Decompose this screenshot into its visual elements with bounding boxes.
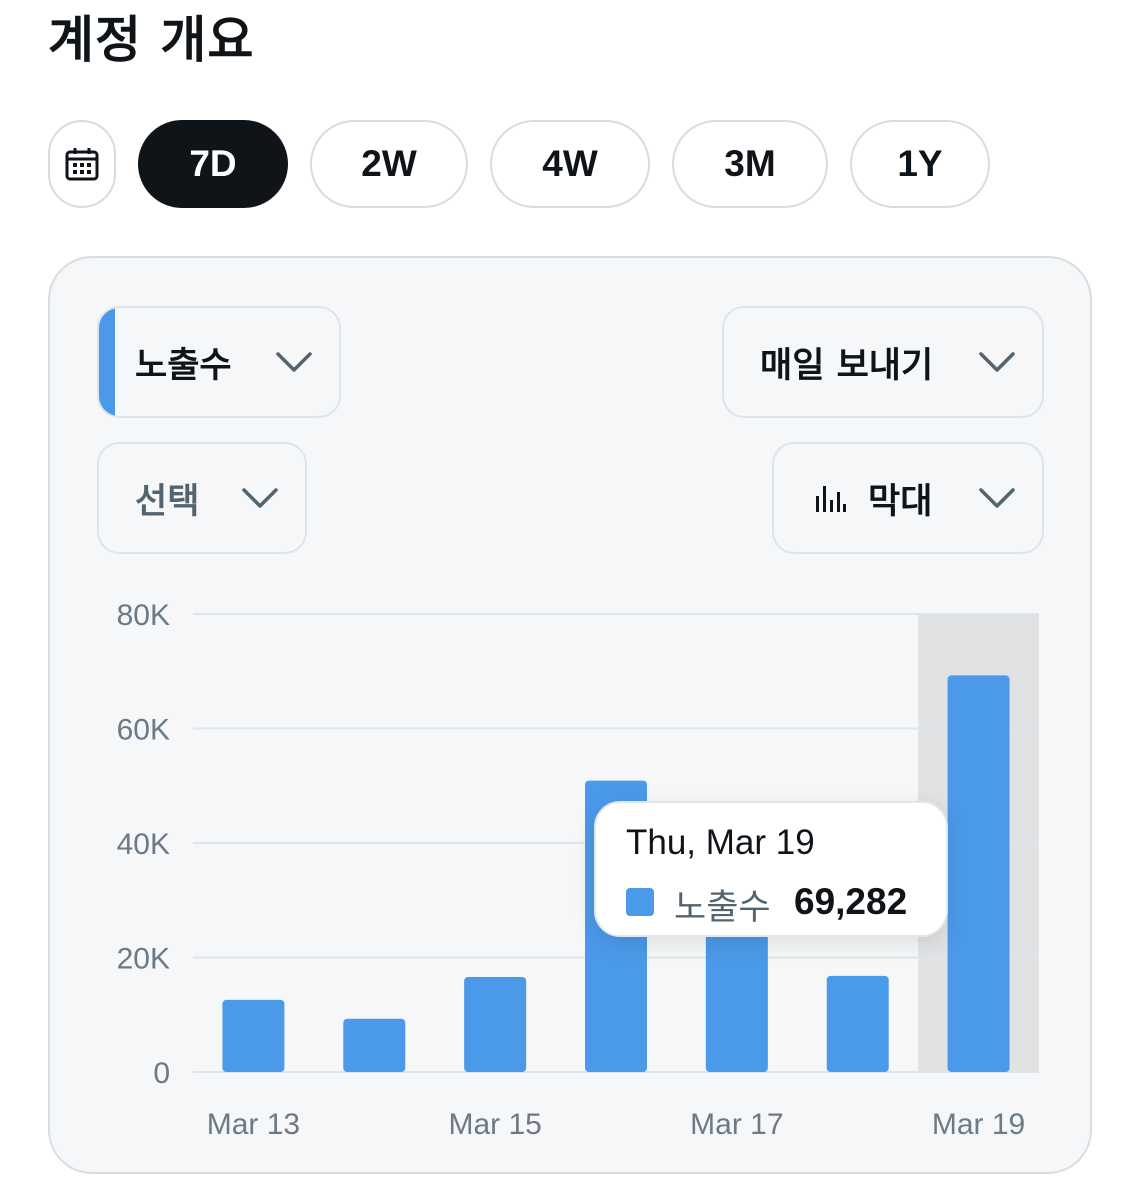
y-tick-label: 40K	[117, 828, 170, 861]
tooltip-series-name: 노출수	[674, 888, 771, 928]
x-tick-label: Mar 13	[207, 1108, 300, 1141]
bar-mar-15	[464, 976, 527, 1072]
bar-mar-13	[222, 999, 285, 1072]
y-tick-label: 80K	[117, 599, 170, 632]
bar-mar-19	[947, 675, 1010, 1072]
bar-mar-14	[343, 1018, 406, 1072]
tooltip-value: 69,282	[794, 881, 908, 922]
tooltip-series-swatch	[626, 888, 654, 916]
x-tick-label: Mar 17	[690, 1108, 783, 1141]
chart-tooltip: Thu, Mar 19 노출수 69,282	[594, 801, 948, 937]
tooltip-date: Thu, Mar 19	[626, 823, 815, 862]
bar-mar-18	[826, 975, 889, 1072]
x-tick-label: Mar 19	[932, 1108, 1025, 1141]
y-tick-label: 0	[153, 1057, 170, 1090]
x-tick-label: Mar 15	[448, 1108, 541, 1141]
bar-mar-17	[705, 923, 768, 1072]
y-tick-label: 20K	[117, 943, 170, 976]
impressions-bar-chart: 0 20K 40K 60K 80K Mar 13 Mar 15 Mar 17 Mar 19	[117, 599, 1039, 1141]
y-tick-label: 60K	[117, 714, 170, 747]
